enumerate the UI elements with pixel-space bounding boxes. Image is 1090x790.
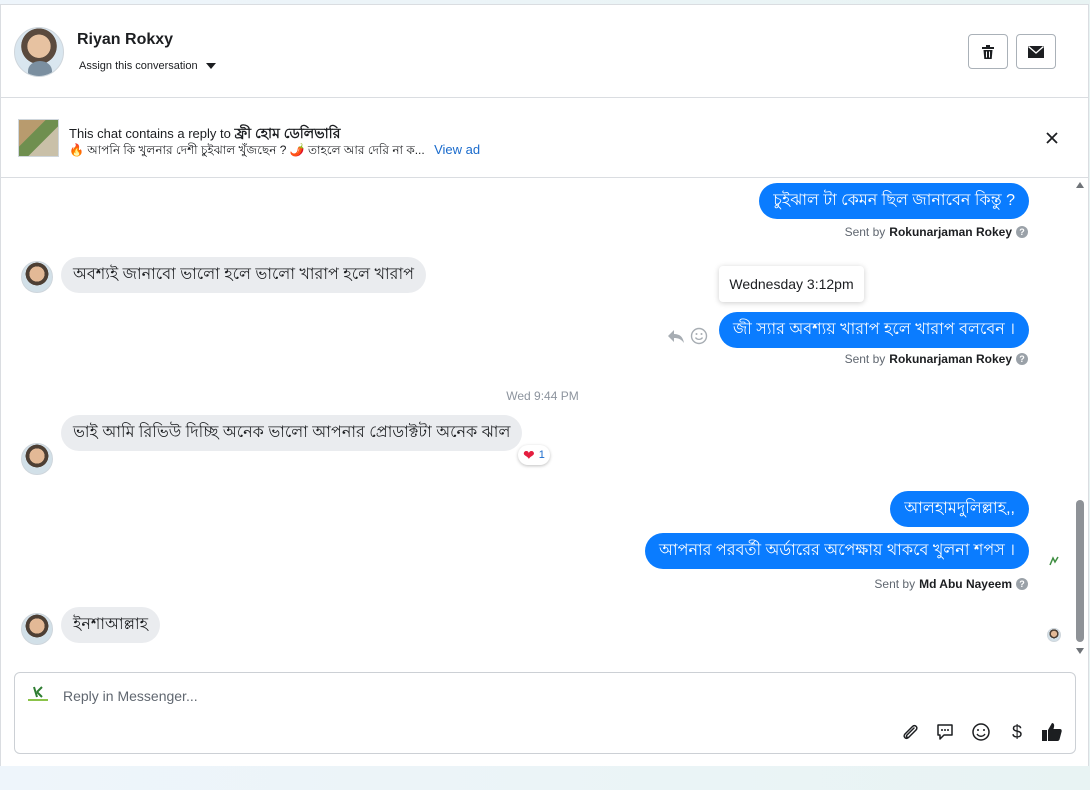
speech-bubble-icon xyxy=(937,724,953,740)
ad-reply-banner: This chat contains a reply to ফ্রী হোম ড… xyxy=(1,98,1088,178)
paperclip-icon xyxy=(903,724,918,740)
message-bubble-outgoing[interactable]: জী স্যার অবশ্যয় খারাপ হলে খারাপ বলবেন । xyxy=(718,312,1029,348)
sent-by-prefix: Sent by xyxy=(844,352,886,366)
sent-by-label: Sent by Rokunarjaman Rokey ? xyxy=(845,352,1028,366)
scroll-up-arrow[interactable] xyxy=(1076,182,1084,188)
caret-down-icon xyxy=(205,63,216,69)
smiley-icon xyxy=(972,723,990,741)
thumbs-up-icon xyxy=(1042,723,1062,741)
delete-button[interactable] xyxy=(968,34,1008,69)
sent-by-label: Sent by Md Abu Nayeem ? xyxy=(874,577,1028,591)
sender-name: Rokunarjaman Rokey xyxy=(889,225,1012,239)
scroll-down-arrow[interactable] xyxy=(1076,648,1084,654)
close-icon[interactable] xyxy=(1044,130,1060,146)
heart-icon: ❤ xyxy=(523,447,535,463)
mark-unread-button[interactable] xyxy=(1016,34,1056,69)
ad-name: ফ্রী হোম ডেলিভারি xyxy=(234,125,341,141)
ad-title-prefix: This chat contains a reply to xyxy=(69,126,231,141)
contact-avatar-small xyxy=(21,261,53,293)
ad-preview-text: 🔥 আপনি কি খুলনার দেশী চুইঝাল খুঁজছেন ? 🌶… xyxy=(69,143,425,157)
ad-preview: 🔥 আপনি কি খুলনার দেশী চুইঝাল খুঁজছেন ? 🌶… xyxy=(69,142,480,162)
reply-input[interactable] xyxy=(63,685,663,707)
contact-avatar[interactable] xyxy=(14,27,64,77)
like-button[interactable] xyxy=(1041,721,1063,743)
timestamp-tooltip: Wednesday 3:12pm xyxy=(719,266,864,302)
message-bubble-outgoing[interactable]: চুইঝাল টা কেমন ছিল জানাবেন কিন্তু ? xyxy=(759,183,1029,219)
conversation-header: Riyan Rokxy Assign this conversation xyxy=(1,5,1088,98)
saved-replies-button[interactable] xyxy=(934,721,956,743)
trash-icon xyxy=(982,44,994,59)
contact-avatar-small xyxy=(21,443,53,475)
sent-by-label: Sent by Rokunarjaman Rokey ? xyxy=(845,225,1028,239)
reply-composer: $ xyxy=(14,672,1076,754)
reply-icon[interactable] xyxy=(667,328,685,344)
page-logo-icon xyxy=(1048,553,1060,566)
help-icon[interactable]: ? xyxy=(1016,226,1028,238)
help-icon[interactable]: ? xyxy=(1016,578,1028,590)
message-bubble-incoming[interactable]: অবশ্যই জানাবো ভালো হলে ভালো খারাপ হলে খা… xyxy=(61,257,426,293)
help-icon[interactable]: ? xyxy=(1016,353,1028,365)
sender-name: Md Abu Nayeem xyxy=(919,577,1012,591)
reaction-count: 1 xyxy=(538,449,545,461)
message-list: চুইঝাল টা কেমন ছিল জানাবেন কিন্তু ? Sent… xyxy=(1,179,1074,661)
seen-avatar xyxy=(1047,628,1061,642)
contact-name[interactable]: Riyan Rokxy xyxy=(77,31,173,49)
payment-button[interactable]: $ xyxy=(1006,721,1028,743)
reaction-badge[interactable]: ❤ 1 xyxy=(518,445,550,465)
page-logo-icon xyxy=(28,686,48,701)
attach-button[interactable] xyxy=(899,721,921,743)
assign-conversation-dropdown[interactable]: Assign this conversation xyxy=(79,60,216,72)
sent-by-prefix: Sent by xyxy=(844,225,886,239)
emoji-button[interactable] xyxy=(970,721,992,743)
message-bubble-incoming[interactable]: ভাই আমি রিভিউ দিচ্ছি অনেক ভালো আপনার প্র… xyxy=(61,415,523,451)
sender-name: Rokunarjaman Rokey xyxy=(889,352,1012,366)
assign-label: Assign this conversation xyxy=(79,60,198,72)
emoji-react-icon[interactable] xyxy=(690,327,708,345)
message-bubble-incoming[interactable]: ইনশাআল্লাহ xyxy=(61,607,161,643)
sent-by-prefix: Sent by xyxy=(874,577,916,591)
time-separator: Wed 9:44 PM xyxy=(506,389,579,403)
message-bubble-outgoing[interactable]: আলহামদুলিল্লাহ,, xyxy=(890,491,1029,527)
ad-thumbnail[interactable] xyxy=(18,119,59,157)
conversation-panel: Riyan Rokxy Assign this conversation Thi xyxy=(0,4,1089,766)
scrollbar-thumb[interactable] xyxy=(1076,500,1084,642)
contact-avatar-small xyxy=(21,613,53,645)
envelope-icon xyxy=(1028,45,1044,58)
message-bubble-outgoing[interactable]: আপনার পরবর্তী অর্ডারের অপেক্ষায় থাকবে খ… xyxy=(644,533,1029,569)
dollar-icon: $ xyxy=(1011,721,1022,742)
view-ad-link[interactable]: View ad xyxy=(434,142,480,157)
